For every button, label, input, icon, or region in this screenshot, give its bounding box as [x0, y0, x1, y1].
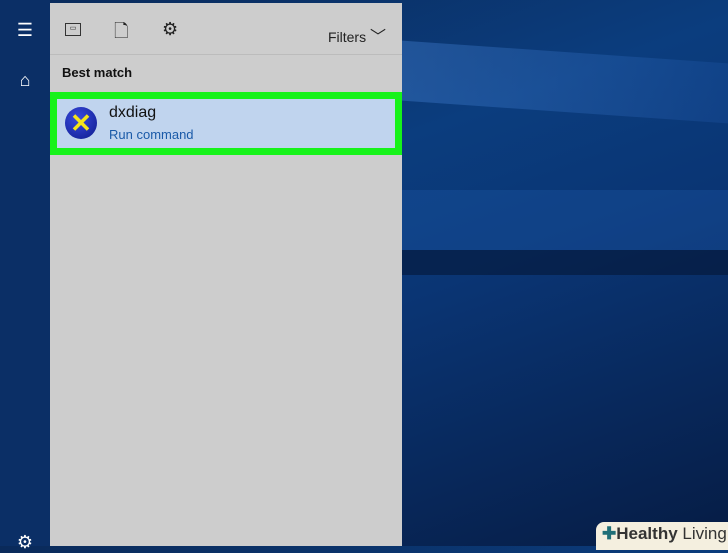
desktop-light-beam: [402, 40, 728, 124]
watermark-regular: Living: [677, 524, 727, 543]
document-icon[interactable]: 🗋: [114, 19, 128, 49]
search-panel: ▭ 🗋 ⚙ Filters ﹀ Best match ✕ dxdiag Run …: [50, 3, 402, 546]
result-dxdiag[interactable]: ✕ dxdiag Run command: [50, 92, 402, 155]
directx-icon: ✕: [65, 107, 97, 139]
start-sidebar: ☰ ⌂ ⚙: [0, 0, 50, 552]
search-toolbar: ▭ 🗋 ⚙ Filters ﹀: [50, 3, 402, 55]
home-icon[interactable]: ⌂: [13, 70, 37, 91]
plus-icon: ✚: [602, 524, 617, 543]
settings-gear-icon[interactable]: ⚙: [162, 19, 178, 40]
result-subtitle: Run command: [109, 127, 194, 142]
chevron-down-icon: ﹀: [369, 29, 386, 46]
best-match-heading: Best match: [62, 65, 133, 80]
filters-label: Filters: [327, 29, 367, 45]
result-title: dxdiag: [109, 104, 157, 121]
desktop-shadow-beam: [402, 250, 728, 275]
gear-icon[interactable]: ⚙: [13, 532, 37, 553]
filters-button[interactable]: Filters ﹀: [328, 23, 386, 47]
watermark-bold: Healthy: [616, 524, 678, 543]
hamburger-icon[interactable]: ☰: [13, 20, 37, 41]
apps-icon[interactable]: ▭: [65, 23, 81, 36]
desktop-light-beam: [402, 190, 728, 250]
